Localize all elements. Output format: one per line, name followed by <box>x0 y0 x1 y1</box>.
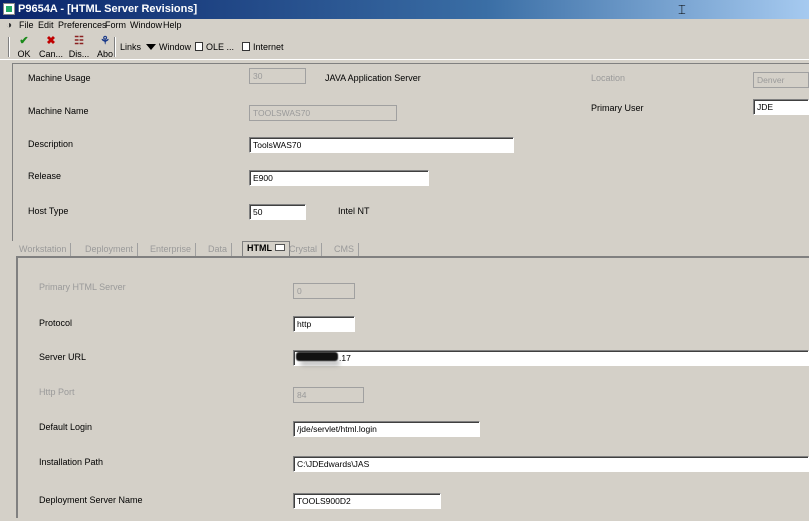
tab-html[interactable]: HTML <box>242 241 290 256</box>
ole-label: OLE ... <box>206 42 235 52</box>
internet-button[interactable]: Internet <box>242 42 284 52</box>
tab-cms[interactable]: CMS <box>330 243 359 256</box>
machine-name-field: TOOLSWAS70 <box>249 105 397 121</box>
tab-html-label: HTML <box>247 243 272 253</box>
chevron-down-icon <box>146 44 156 50</box>
description-field[interactable]: ToolsWAS70 <box>249 137 514 153</box>
display-label: Dis... <box>68 49 90 59</box>
menu-help[interactable]: Help <box>163 20 182 30</box>
display-button[interactable]: ☷ Dis... <box>67 35 91 60</box>
cancel-label: Can... <box>39 49 64 59</box>
tab-data[interactable]: Data <box>204 243 233 256</box>
html-tab-panel <box>16 256 809 518</box>
tab-deployment[interactable]: Deployment <box>81 243 139 256</box>
deployment-server-name-label: Deployment Server Name <box>39 495 143 505</box>
installation-path-field[interactable]: C:\JDEdwards\JAS <box>293 456 809 472</box>
internet-label: Internet <box>253 42 284 52</box>
tab-enterprise[interactable]: Enterprise <box>146 243 197 256</box>
protocol-label: Protocol <box>39 318 73 328</box>
system-menu-icon[interactable]: ◑ <box>3 19 15 33</box>
release-field[interactable]: E900 <box>249 170 429 186</box>
menu-edit[interactable]: Edit <box>38 20 54 30</box>
links-menu[interactable]: Links <box>120 42 141 52</box>
window-title: P9654A - [HTML Server Revisions] <box>18 3 198 15</box>
server-url-field[interactable]: .17 <box>293 350 809 366</box>
menu-file[interactable]: File <box>19 20 34 30</box>
primary-user-field[interactable]: JDE <box>753 99 809 115</box>
machine-usage-description: JAVA Application Server <box>325 73 421 83</box>
installation-path-label: Installation Path <box>39 457 104 467</box>
server-url-label: Server URL <box>39 352 87 362</box>
x-icon: ✖ <box>46 35 56 47</box>
ok-label: OK <box>17 49 31 59</box>
default-login-label: Default Login <box>39 422 93 432</box>
app-icon <box>3 3 15 15</box>
http-port-label: Http Port <box>39 387 75 397</box>
location-label: Location <box>591 73 626 83</box>
host-type-description: Intel NT <box>338 206 370 216</box>
machine-name-label: Machine Name <box>28 106 89 116</box>
server-url-suffix: .17 <box>339 353 351 363</box>
machine-usage-label: Machine Usage <box>28 73 91 83</box>
toolbar-grip <box>8 37 10 57</box>
host-type-field[interactable]: 50 <box>249 204 306 220</box>
primary-html-server-field: 0 <box>293 283 355 299</box>
checkmark-icon: ✔ <box>19 35 29 47</box>
machine-usage-field: 30 <box>249 68 306 84</box>
host-type-label: Host Type <box>28 206 69 216</box>
window-label: Window <box>159 42 192 52</box>
protocol-field[interactable]: http <box>293 316 355 332</box>
ok-button[interactable]: ✔ OK <box>12 35 36 60</box>
text-cursor-icon: ⌶ <box>678 2 686 17</box>
menu-preferences[interactable]: Preferences <box>58 20 107 30</box>
redaction-mark <box>296 352 338 361</box>
http-port-field: 84 <box>293 387 364 403</box>
binoculars-icon: ☷ <box>74 35 84 47</box>
tab-crystal[interactable]: Crystal <box>285 243 323 256</box>
primary-html-server-label: Primary HTML Server <box>39 282 126 292</box>
cancel-button[interactable]: ✖ Can... <box>39 35 64 60</box>
globe-document-icon <box>242 42 250 51</box>
primary-user-label: Primary User <box>591 103 644 113</box>
deployment-server-name-field[interactable]: TOOLS900D2 <box>293 493 441 509</box>
document-icon <box>195 42 203 51</box>
tab-html-icon <box>275 244 285 251</box>
description-label: Description <box>28 139 74 149</box>
tab-workstation[interactable]: Workstation <box>15 243 72 256</box>
location-field: Denver <box>753 72 809 88</box>
menu-window[interactable]: Window <box>130 20 162 30</box>
ole-button[interactable]: OLE ... <box>195 42 234 52</box>
release-label: Release <box>28 171 62 181</box>
default-login-field[interactable]: /jde/servlet/html.login <box>293 421 480 437</box>
menu-form[interactable]: Form <box>105 20 126 30</box>
window-dropdown[interactable]: Window <box>146 42 191 52</box>
toolbar-separator <box>114 37 116 57</box>
